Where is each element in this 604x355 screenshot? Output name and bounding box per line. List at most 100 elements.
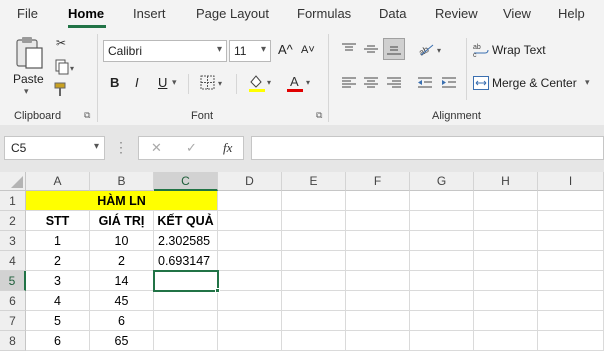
result-cell[interactable] — [154, 331, 218, 351]
merge-center-button[interactable]: Merge & Center ▾ — [473, 74, 601, 94]
orientation-icon[interactable]: ab ▾ — [416, 40, 446, 58]
value-cell[interactable]: 10 — [90, 231, 154, 251]
empty-cell[interactable] — [282, 271, 346, 291]
row-header[interactable]: 3 — [0, 231, 26, 251]
increase-indent-icon[interactable] — [440, 74, 458, 92]
column-header[interactable]: H — [474, 172, 538, 191]
decrease-indent-icon[interactable] — [416, 74, 434, 92]
empty-cell[interactable] — [282, 331, 346, 351]
empty-cell[interactable] — [538, 211, 604, 231]
font-color-button[interactable]: A ▾ — [284, 72, 314, 94]
top-align-icon[interactable] — [340, 40, 358, 58]
tab-insert[interactable]: Insert — [133, 6, 166, 21]
empty-cell[interactable] — [538, 311, 604, 331]
empty-cell[interactable] — [282, 311, 346, 331]
empty-cell[interactable] — [282, 251, 346, 271]
name-box[interactable]: C5 ▾ — [4, 136, 105, 160]
empty-cell[interactable] — [474, 331, 538, 351]
empty-cell[interactable] — [538, 271, 604, 291]
empty-cell[interactable] — [218, 211, 282, 231]
shrink-font-button[interactable]: A˅ — [301, 44, 315, 56]
empty-cell[interactable] — [474, 271, 538, 291]
tab-review[interactable]: Review — [435, 6, 478, 21]
empty-cell[interactable] — [282, 291, 346, 311]
row-header[interactable]: 8 — [0, 331, 26, 351]
column-header[interactable]: F — [346, 172, 410, 191]
tab-view[interactable]: View — [503, 6, 531, 21]
fill-handle[interactable] — [215, 288, 220, 293]
value-cell[interactable]: 2 — [90, 251, 154, 271]
empty-cell[interactable] — [218, 231, 282, 251]
empty-cell[interactable] — [474, 231, 538, 251]
title-cell[interactable]: HÀM LN — [26, 191, 218, 211]
empty-cell[interactable] — [410, 211, 474, 231]
stt-cell[interactable]: 6 — [26, 331, 90, 351]
cut-icon[interactable]: ✂ — [52, 34, 70, 52]
middle-align-icon[interactable] — [362, 40, 380, 58]
align-center-icon[interactable] — [362, 74, 380, 92]
copy-icon[interactable]: ▾ — [52, 58, 78, 76]
fill-color-button[interactable]: ▾ — [246, 72, 276, 94]
empty-cell[interactable] — [346, 251, 410, 271]
empty-cell[interactable] — [538, 331, 604, 351]
align-right-icon[interactable] — [385, 74, 403, 92]
row-header-selected[interactable]: 5 — [0, 271, 26, 291]
column-header-selected[interactable]: C — [154, 172, 218, 191]
stt-cell[interactable]: 4 — [26, 291, 90, 311]
row-header[interactable]: 4 — [0, 251, 26, 271]
column-header[interactable]: A — [26, 172, 90, 191]
row-header[interactable]: 7 — [0, 311, 26, 331]
tab-file[interactable]: File — [17, 6, 38, 21]
stt-cell[interactable]: 3 — [26, 271, 90, 291]
result-cell[interactable]: 2.302585 — [154, 231, 218, 251]
empty-cell[interactable] — [410, 291, 474, 311]
tab-formulas[interactable]: Formulas — [297, 6, 351, 21]
format-painter-icon[interactable] — [52, 80, 70, 98]
result-cell[interactable] — [154, 291, 218, 311]
empty-cell[interactable] — [282, 211, 346, 231]
empty-cell[interactable] — [346, 331, 410, 351]
column-header[interactable]: E — [282, 172, 346, 191]
grow-font-button[interactable]: A^ — [278, 42, 293, 57]
wrap-text-button[interactable]: ab c Wrap Text — [473, 41, 601, 61]
underline-dropdown-icon[interactable]: ▾ — [172, 77, 177, 88]
empty-cell[interactable] — [282, 191, 346, 211]
empty-cell[interactable] — [410, 271, 474, 291]
align-left-icon[interactable] — [340, 74, 358, 92]
empty-cell[interactable] — [474, 311, 538, 331]
row-header[interactable]: 1 — [0, 191, 26, 211]
row-header[interactable]: 2 — [0, 211, 26, 231]
italic-button[interactable]: I — [135, 75, 139, 90]
empty-cell[interactable] — [218, 331, 282, 351]
tab-data[interactable]: Data — [379, 6, 406, 21]
enter-icon[interactable]: ✓ — [186, 140, 197, 156]
empty-cell[interactable] — [218, 311, 282, 331]
empty-cell[interactable] — [474, 191, 538, 211]
empty-cell[interactable] — [410, 231, 474, 251]
column-header[interactable]: B — [90, 172, 154, 191]
empty-cell[interactable] — [346, 231, 410, 251]
empty-cell[interactable] — [410, 251, 474, 271]
stt-cell[interactable]: 2 — [26, 251, 90, 271]
empty-cell[interactable] — [538, 291, 604, 311]
empty-cell[interactable] — [218, 191, 282, 211]
stt-cell[interactable]: 1 — [26, 231, 90, 251]
empty-cell[interactable] — [538, 191, 604, 211]
column-header[interactable]: D — [218, 172, 282, 191]
select-all-corner[interactable] — [0, 172, 26, 191]
insert-function-icon[interactable]: fx — [223, 140, 232, 156]
empty-cell[interactable] — [474, 291, 538, 311]
empty-cell[interactable] — [218, 271, 282, 291]
empty-cell[interactable] — [346, 271, 410, 291]
value-cell[interactable]: 65 — [90, 331, 154, 351]
empty-cell[interactable] — [474, 211, 538, 231]
stt-cell[interactable]: 5 — [26, 311, 90, 331]
result-cell[interactable]: 0.693147 — [154, 251, 218, 271]
empty-cell[interactable] — [410, 311, 474, 331]
empty-cell[interactable] — [346, 191, 410, 211]
empty-cell[interactable] — [538, 231, 604, 251]
empty-cell[interactable] — [346, 311, 410, 331]
underline-button[interactable]: U — [158, 75, 167, 90]
empty-cell[interactable] — [346, 211, 410, 231]
font-family-select[interactable]: Calibri ▾ — [103, 40, 227, 62]
